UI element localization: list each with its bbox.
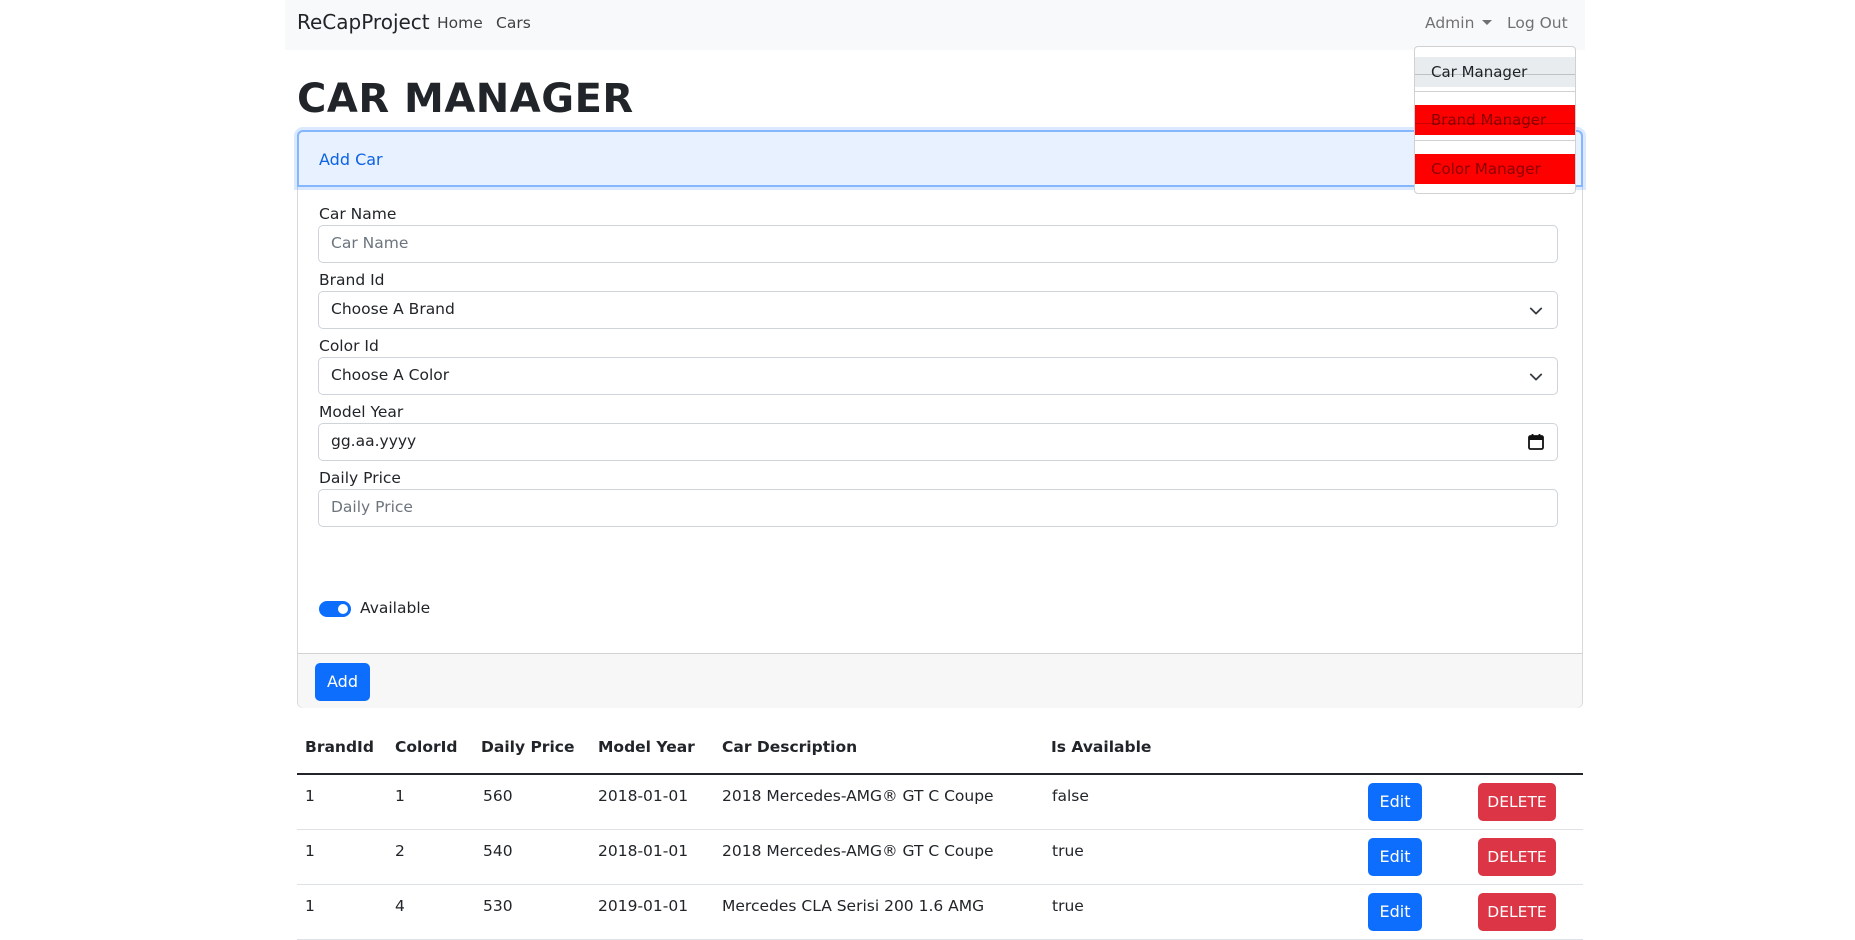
chevron-down-icon bbox=[1529, 307, 1543, 315]
chevron-down-icon bbox=[1529, 373, 1543, 381]
table-header-model-year: Model Year bbox=[598, 738, 695, 756]
edit-button[interactable]: Edit bbox=[1368, 783, 1422, 821]
delete-button[interactable]: DELETE bbox=[1478, 838, 1556, 876]
cell-colorid: 1 bbox=[395, 787, 405, 805]
table-header-colorid: ColorId bbox=[395, 738, 458, 756]
nav-link-home[interactable]: Home bbox=[437, 14, 483, 32]
cell-model-year: 2019-01-01 bbox=[598, 897, 689, 915]
available-toggle[interactable] bbox=[319, 601, 351, 617]
edit-button[interactable]: Edit bbox=[1368, 838, 1422, 876]
navbar: ReCapProject Home Cars Admin Log Out bbox=[285, 0, 1585, 50]
dropdown-divider bbox=[1415, 123, 1575, 124]
model-year-date-input[interactable]: gg.aa.yyyy bbox=[318, 423, 1558, 461]
brand-select[interactable]: Choose A Brand bbox=[318, 291, 1558, 329]
table-header-is-available: Is Available bbox=[1051, 738, 1152, 756]
cell-car-description: 2018 Mercedes-AMG® GT C Coupe bbox=[722, 842, 994, 860]
navbar-brand[interactable]: ReCapProject bbox=[297, 10, 430, 34]
color-id-label: Color Id bbox=[319, 337, 379, 355]
dropdown-item-car-manager[interactable]: Car Manager bbox=[1415, 57, 1575, 87]
brand-select-value: Choose A Brand bbox=[331, 300, 455, 318]
card-footer: Add bbox=[298, 653, 1582, 708]
toggle-knob bbox=[338, 604, 348, 614]
cell-car-description: 2018 Mercedes-AMG® GT C Coupe bbox=[722, 787, 994, 805]
cell-is-available: true bbox=[1052, 897, 1084, 915]
nav-link-cars[interactable]: Cars bbox=[496, 14, 531, 32]
cell-daily-price: 540 bbox=[483, 842, 513, 860]
nav-admin-label: Admin bbox=[1425, 14, 1475, 32]
admin-dropdown-menu: Car Manager Brand Manager Color Manager bbox=[1414, 46, 1576, 194]
delete-button[interactable]: DELETE bbox=[1478, 893, 1556, 931]
delete-button[interactable]: DELETE bbox=[1478, 783, 1556, 821]
cell-daily-price: 560 bbox=[483, 787, 513, 805]
cell-colorid: 2 bbox=[395, 842, 405, 860]
edit-button[interactable]: Edit bbox=[1368, 893, 1422, 931]
nav-admin-dropdown-toggle[interactable]: Admin bbox=[1425, 14, 1493, 32]
dropdown-divider bbox=[1415, 74, 1575, 75]
dropdown-item-brand-manager[interactable]: Brand Manager bbox=[1415, 105, 1575, 135]
table-row: 1 4 530 2019-01-01 Mercedes CLA Serisi 2… bbox=[297, 885, 1583, 940]
page-title: CAR MANAGER bbox=[297, 76, 634, 122]
cell-model-year: 2018-01-01 bbox=[598, 787, 689, 805]
cell-brandid: 1 bbox=[305, 842, 315, 860]
brand-id-label: Brand Id bbox=[319, 271, 385, 289]
cell-daily-price: 530 bbox=[483, 897, 513, 915]
cell-is-available: false bbox=[1052, 787, 1089, 805]
daily-price-input[interactable]: Daily Price bbox=[318, 489, 1558, 527]
table-row: 1 2 540 2018-01-01 2018 Mercedes-AMG® GT… bbox=[297, 830, 1583, 885]
cell-brandid: 1 bbox=[305, 897, 315, 915]
table-header-car-description: Car Description bbox=[722, 738, 858, 756]
car-name-label: Car Name bbox=[319, 205, 397, 223]
car-name-input[interactable]: Car Name bbox=[318, 225, 1558, 263]
table-header-brandid: BrandId bbox=[305, 738, 374, 756]
cell-brandid: 1 bbox=[305, 787, 315, 805]
model-year-value: gg.aa.yyyy bbox=[331, 432, 417, 450]
accordion-header-label: Add Car bbox=[319, 150, 383, 169]
daily-price-placeholder: Daily Price bbox=[331, 498, 413, 516]
calendar-icon[interactable] bbox=[1527, 433, 1545, 451]
available-label: Available bbox=[360, 599, 431, 617]
table-header-daily-price: Daily Price bbox=[481, 738, 575, 756]
cell-colorid: 4 bbox=[395, 897, 405, 915]
color-select-value: Choose A Color bbox=[331, 366, 450, 384]
add-car-card: Add Car Car Name Car Name Brand Id Choos… bbox=[297, 130, 1583, 708]
caret-down-icon bbox=[1482, 20, 1493, 25]
cell-is-available: true bbox=[1052, 842, 1084, 860]
cell-model-year: 2018-01-01 bbox=[598, 842, 689, 860]
model-year-label: Model Year bbox=[319, 403, 404, 421]
nav-link-logout[interactable]: Log Out bbox=[1507, 14, 1568, 32]
dropdown-divider bbox=[1415, 140, 1575, 141]
car-name-placeholder: Car Name bbox=[331, 234, 409, 252]
dropdown-item-color-manager[interactable]: Color Manager bbox=[1415, 154, 1575, 184]
table-row: 1 1 560 2018-01-01 2018 Mercedes-AMG® GT… bbox=[297, 775, 1583, 830]
accordion-header-add-car[interactable]: Add Car bbox=[297, 130, 1583, 187]
dropdown-divider bbox=[1415, 91, 1575, 92]
daily-price-label: Daily Price bbox=[319, 469, 401, 487]
add-button[interactable]: Add bbox=[315, 663, 370, 701]
cell-car-description: Mercedes CLA Serisi 200 1.6 AMG bbox=[722, 897, 985, 915]
color-select[interactable]: Choose A Color bbox=[318, 357, 1558, 395]
